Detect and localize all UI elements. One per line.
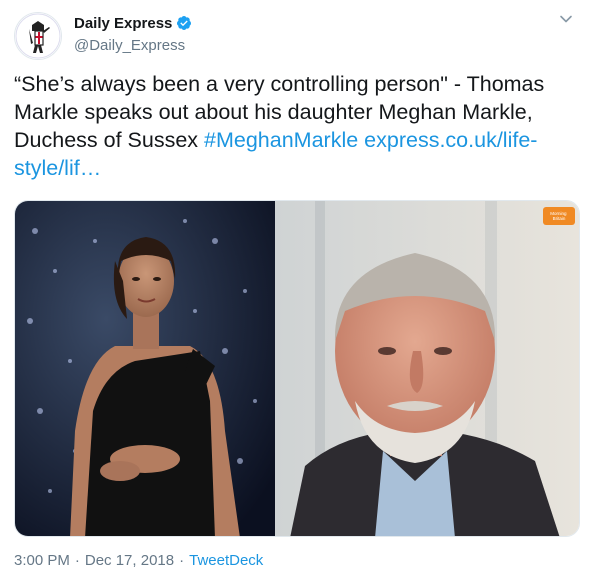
display-name[interactable]: Daily Express xyxy=(74,15,172,32)
verified-badge-icon xyxy=(177,16,192,30)
tweet-media[interactable]: Morning Britain xyxy=(14,200,580,537)
tweet-card: Daily Express @Daily_Express “She’s alwa… xyxy=(0,0,591,578)
tweet-footer: 3:00 PM · Dec 17, 2018 · TweetDeck xyxy=(14,552,263,569)
avatar[interactable] xyxy=(14,12,62,60)
crusader-knight-logo-icon xyxy=(15,13,61,59)
account-handle[interactable]: @Daily_Express xyxy=(74,37,192,54)
tv-channel-badge: Morning Britain xyxy=(550,211,568,221)
tweet-date[interactable]: Dec 17, 2018 xyxy=(85,552,174,569)
tweet-source-link[interactable]: TweetDeck xyxy=(189,552,263,569)
tweet-time[interactable]: 3:00 PM xyxy=(14,552,70,569)
tweet-text: “She’s always been a very controlling pe… xyxy=(14,70,580,182)
hashtag-link[interactable]: #MeghanMarkle xyxy=(204,128,358,152)
thomas-markle-tv-interview-photo xyxy=(275,201,579,536)
media-image: Morning Britain xyxy=(15,201,579,536)
meghan-markle-photo xyxy=(15,201,275,536)
account-names: Daily Express @Daily_Express xyxy=(74,13,192,54)
footer-separator-2: · xyxy=(179,552,185,569)
display-name-row: Daily Express xyxy=(74,13,192,33)
tweet-header: Daily Express @Daily_Express xyxy=(14,10,577,60)
chevron-down-icon[interactable] xyxy=(559,12,573,26)
footer-separator: · xyxy=(74,552,80,569)
